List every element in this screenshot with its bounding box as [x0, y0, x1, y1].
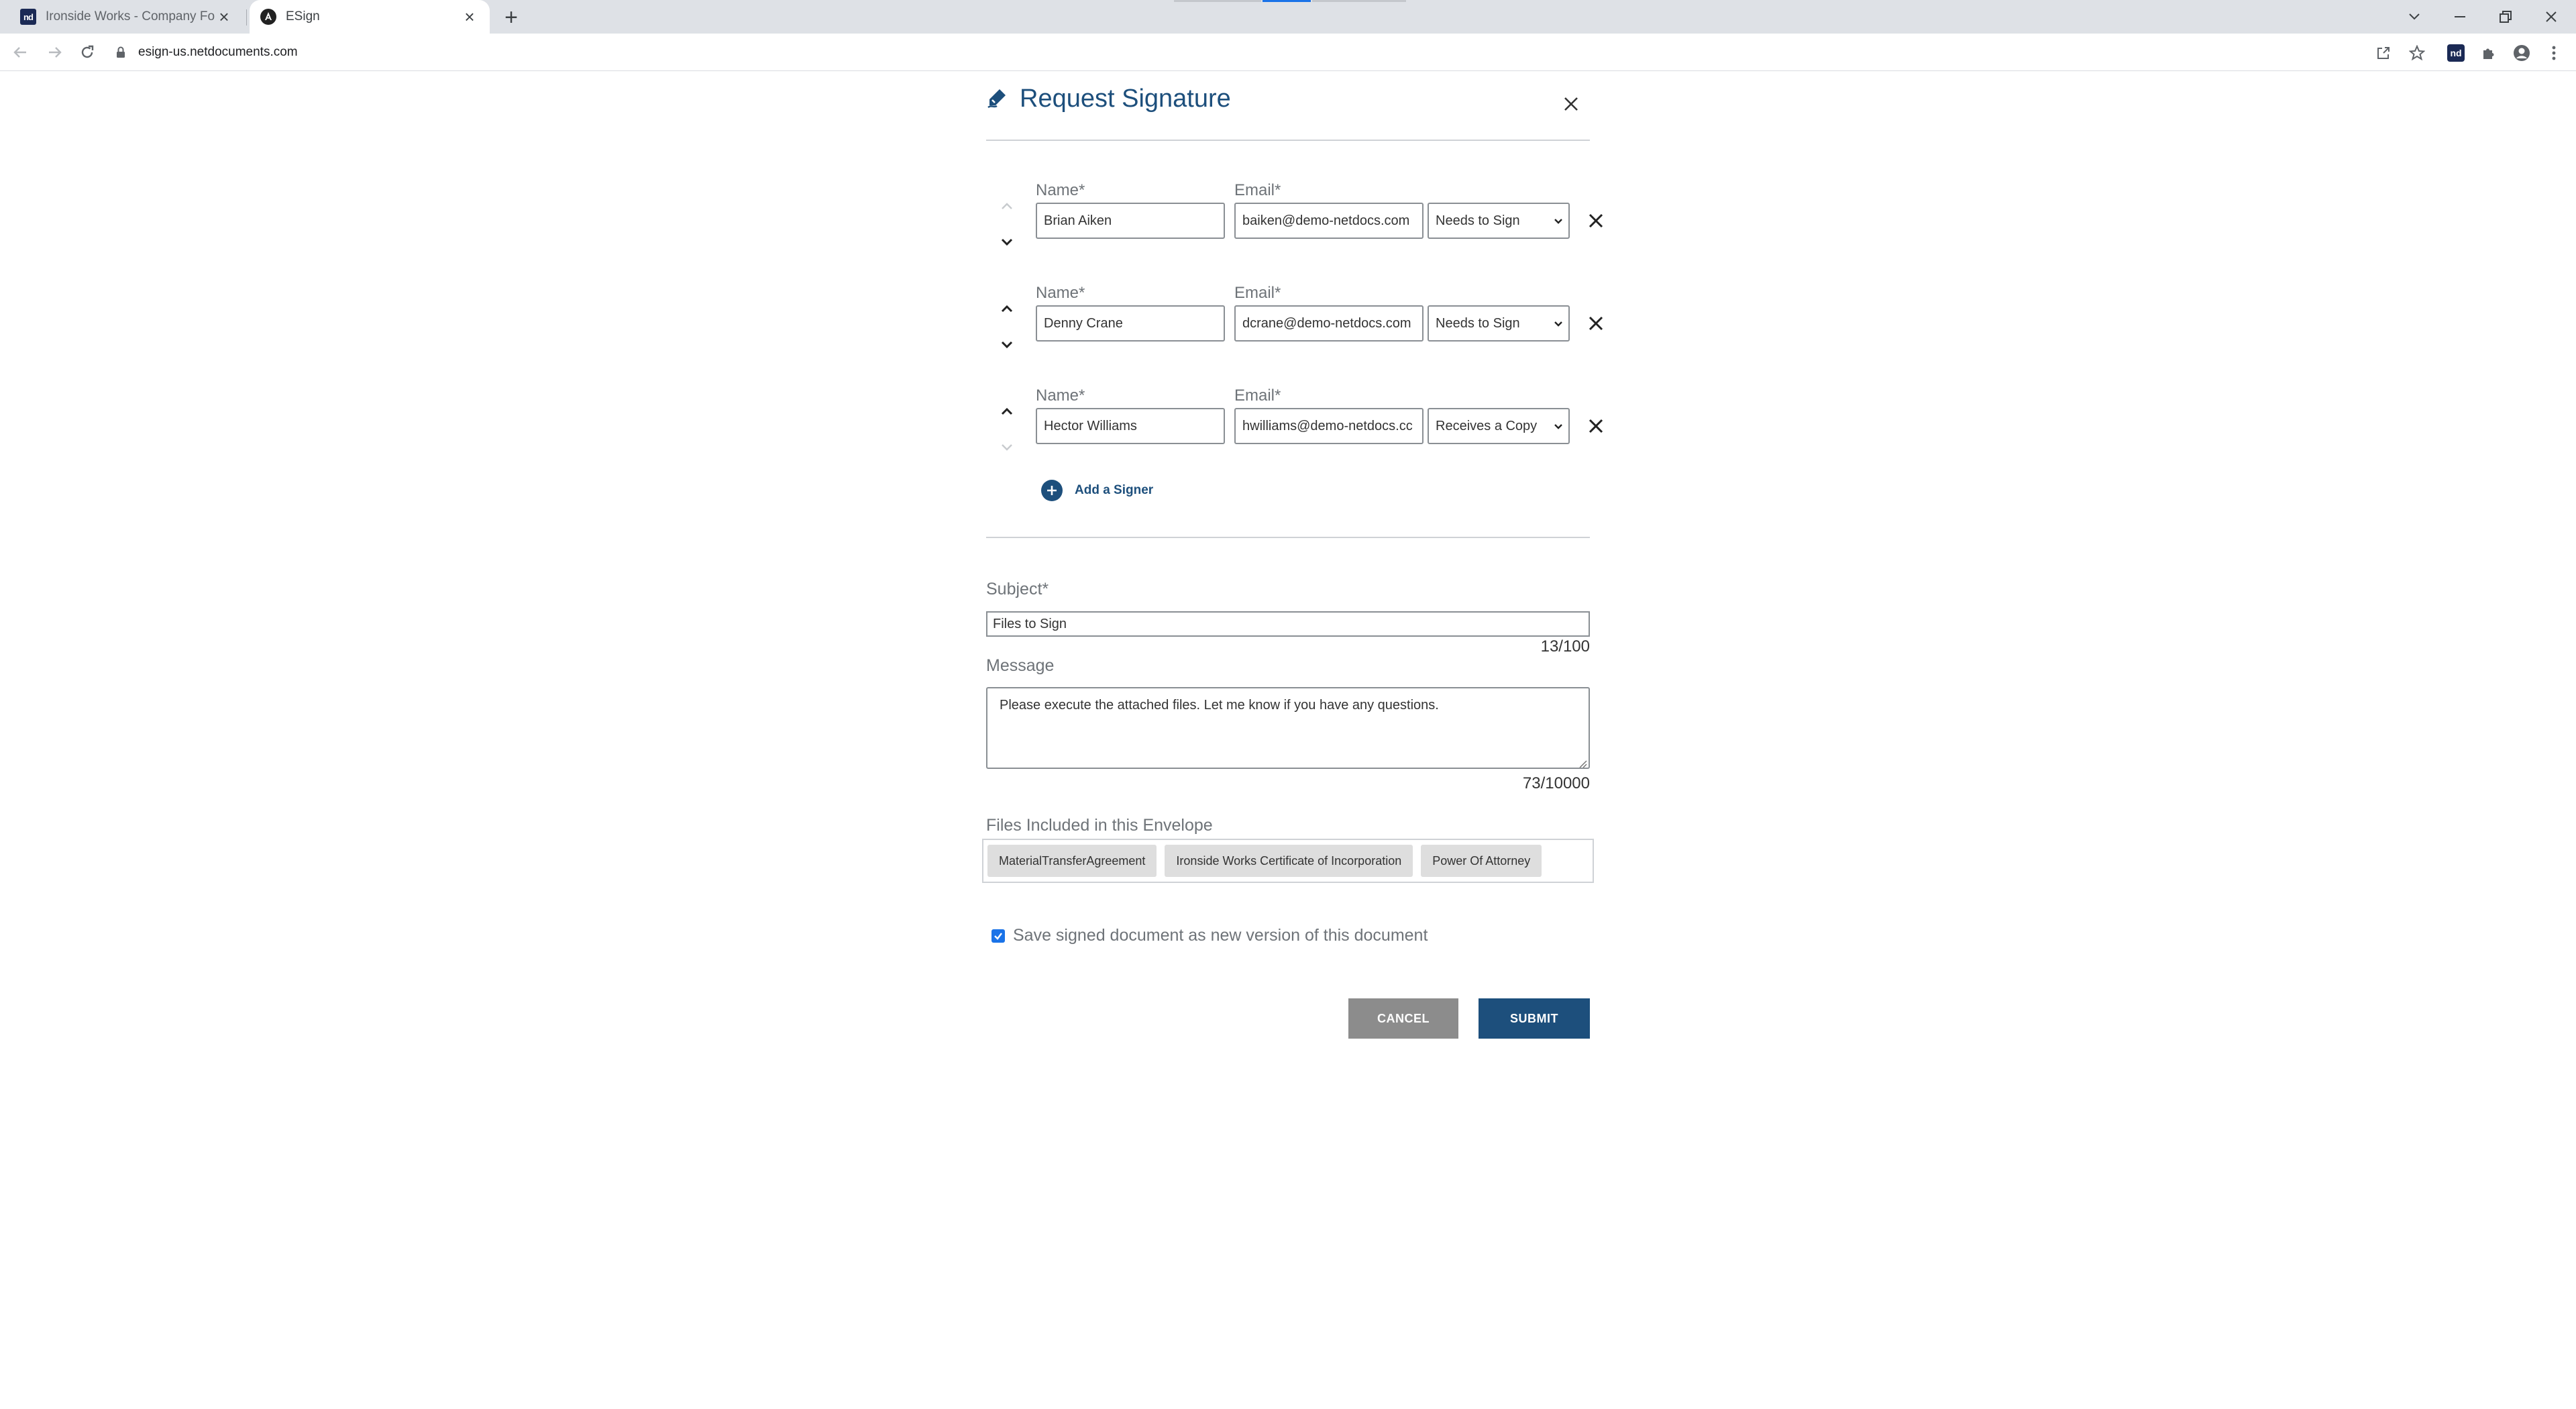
signer-role-select[interactable]: Needs to Sign — [1428, 305, 1570, 342]
chevron-down-icon — [1554, 419, 1563, 434]
tab-search-indicator — [1312, 0, 1406, 2]
close-dialog-icon[interactable] — [1560, 93, 1582, 115]
signer-role-select[interactable]: Needs to Sign — [1428, 203, 1570, 239]
email-label: Email* — [1234, 386, 1281, 405]
resize-grip-icon[interactable] — [1578, 757, 1587, 768]
move-up-chevron-icon[interactable] — [998, 197, 1016, 215]
reload-icon[interactable] — [76, 42, 98, 63]
dialog-header: Request Signature — [986, 81, 1590, 141]
signers-divider — [986, 537, 1590, 538]
message-text: Please execute the attached files. Let m… — [1000, 698, 1439, 713]
back-arrow-icon[interactable] — [9, 42, 31, 63]
file-chip[interactable]: Power Of Attorney — [1421, 845, 1542, 877]
minimize-window-icon[interactable] — [2443, 4, 2477, 30]
tab-title: ESign — [286, 9, 320, 23]
tab-search-indicator — [1174, 0, 1261, 2]
subject-label: Subject* — [986, 580, 1049, 598]
name-label: Name* — [1036, 386, 1085, 405]
signer-role-select[interactable]: Receives a Copy — [1428, 408, 1570, 444]
save-new-version-checkbox[interactable] — [991, 929, 1005, 943]
move-up-chevron-icon[interactable] — [998, 300, 1016, 317]
share-icon[interactable] — [2373, 43, 2394, 63]
close-window-icon[interactable] — [2534, 4, 2568, 30]
url-text: esign-us.netdocuments.com — [138, 45, 298, 59]
subject-char-counter: 13/100 — [1540, 637, 1590, 656]
add-signer-label: Add a Signer — [1075, 483, 1154, 497]
role-select-value: Needs to Sign — [1436, 315, 1520, 331]
message-char-counter: 73/10000 — [1522, 774, 1590, 792]
role-select-value: Receives a Copy — [1436, 418, 1538, 433]
move-down-chevron-icon[interactable] — [998, 439, 1016, 456]
file-chip[interactable]: Ironside Works Certificate of Incorporat… — [1165, 845, 1413, 877]
signer-email-input[interactable]: hwilliams@demo-netdocs.cc — [1234, 408, 1424, 444]
tab-search-chevron-icon[interactable] — [2398, 4, 2431, 30]
file-chip[interactable]: MaterialTransferAgreement — [987, 845, 1157, 877]
signer-email-input[interactable]: baiken@demo-netdocs.com — [1234, 203, 1424, 239]
header-divider — [986, 140, 1590, 141]
remove-signer-icon[interactable] — [1586, 211, 1606, 231]
move-up-chevron-icon[interactable] — [998, 403, 1016, 420]
close-tab-icon[interactable]: × — [215, 7, 233, 27]
restore-window-icon[interactable] — [2489, 4, 2522, 30]
profile-avatar-icon[interactable] — [2512, 43, 2532, 63]
signer-name-input[interactable]: Denny Crane — [1036, 305, 1225, 342]
forward-arrow-icon[interactable] — [44, 42, 66, 63]
submit-button[interactable]: SUBMIT — [1479, 998, 1590, 1039]
role-select-value: Needs to Sign — [1436, 213, 1520, 228]
cancel-button[interactable]: CANCEL — [1348, 998, 1458, 1039]
tab-search-indicator-active — [1263, 0, 1311, 2]
remove-signer-icon[interactable] — [1586, 416, 1606, 436]
signer-row: Name* Email* Hector Williams hwilliams@d… — [986, 386, 1603, 480]
email-label: Email* — [1234, 284, 1281, 302]
message-textarea[interactable]: Please execute the attached files. Let m… — [986, 687, 1590, 769]
files-envelope-list: MaterialTransferAgreement Ironside Works… — [982, 839, 1594, 883]
close-tab-icon[interactable]: × — [460, 7, 479, 27]
more-menu-icon[interactable] — [2544, 43, 2564, 63]
bookmark-star-icon[interactable] — [2407, 43, 2427, 63]
move-down-chevron-icon[interactable] — [998, 336, 1016, 354]
name-label: Name* — [1036, 181, 1085, 199]
browser-tab-ironside[interactable]: nd Ironside Works - Company Form × — [9, 0, 244, 34]
new-tab-button[interactable]: + — [500, 5, 522, 30]
browser-tab-strip: nd Ironside Works - Company Form × ESign… — [0, 0, 2576, 34]
browser-tab-esign[interactable]: ESign × — [250, 0, 490, 34]
nd-extension-icon[interactable]: nd — [2446, 43, 2466, 63]
signer-name-input[interactable]: Brian Aiken — [1036, 203, 1225, 239]
chevron-down-icon — [1554, 316, 1563, 331]
angular-logo-icon — [260, 9, 276, 25]
remove-signer-icon[interactable] — [1586, 313, 1606, 333]
nd-logo-icon: nd — [20, 9, 36, 25]
tab-divider — [246, 9, 247, 25]
message-label: Message — [986, 656, 1055, 675]
subject-input[interactable]: Files to Sign — [986, 611, 1590, 637]
address-bar[interactable]: esign-us.netdocuments.com — [114, 39, 2348, 66]
email-label: Email* — [1234, 181, 1281, 199]
save-new-version-row[interactable]: Save signed document as new version of t… — [991, 926, 1428, 945]
signer-row: Name* Email* Brian Aiken baiken@demo-net… — [986, 181, 1603, 275]
browser-toolbar: esign-us.netdocuments.com nd — [0, 34, 2576, 71]
tab-title: Ironside Works - Company Form — [46, 9, 215, 23]
plus-circle-icon — [1041, 480, 1063, 501]
move-down-chevron-icon[interactable] — [998, 233, 1016, 251]
extensions-puzzle-icon[interactable] — [2478, 43, 2498, 63]
dialog-title: Request Signature — [1020, 85, 1231, 113]
save-new-version-label: Save signed document as new version of t… — [1013, 926, 1428, 945]
name-label: Name* — [1036, 284, 1085, 302]
signer-email-input[interactable]: dcrane@demo-netdocs.com — [1234, 305, 1424, 342]
signer-name-input[interactable]: Hector Williams — [1036, 408, 1225, 444]
signature-pen-icon — [986, 87, 1008, 109]
add-signer-button[interactable]: Add a Signer — [1041, 479, 1153, 502]
files-label: Files Included in this Envelope — [986, 816, 1213, 835]
lock-icon[interactable] — [114, 46, 127, 59]
chevron-down-icon — [1554, 213, 1563, 229]
signer-row: Name* Email* Denny Crane dcrane@demo-net… — [986, 284, 1603, 378]
